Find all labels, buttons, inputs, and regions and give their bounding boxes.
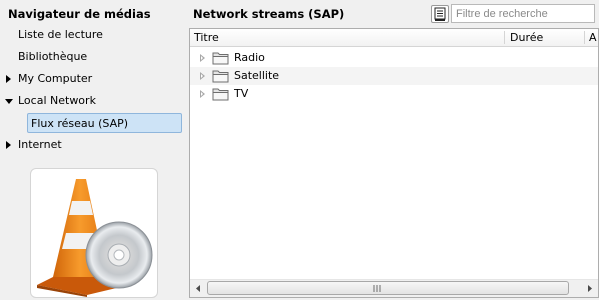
sidebar-item-local-network[interactable]: Local Network <box>0 91 188 111</box>
column-title[interactable]: Titre <box>194 29 219 46</box>
expand-arrow-icon[interactable] <box>199 85 207 103</box>
tree-row-label: Radio <box>234 51 265 64</box>
tree-row-label: TV <box>234 87 249 100</box>
column-header: Titre Durée A <box>190 29 598 47</box>
sidebar-item-network-streams-sap[interactable]: Flux réseau (SAP) <box>27 113 182 133</box>
scroll-right-button[interactable] <box>581 280 598 297</box>
scroll-right-arrow-icon <box>588 285 592 292</box>
expand-arrow-icon[interactable] <box>199 67 207 85</box>
tree-row-tv[interactable]: TV <box>190 85 598 103</box>
column-album[interactable]: A <box>589 29 597 46</box>
vlc-cone-with-disc-icon <box>37 179 153 297</box>
sidebar-item-my-computer[interactable]: My Computer <box>0 69 188 89</box>
column-divider[interactable] <box>584 31 585 44</box>
media-browser-sidebar: Navigateur de médias Liste de lecture Bi… <box>0 0 188 298</box>
folder-icon <box>212 88 229 101</box>
collapse-arrow-icon[interactable] <box>5 91 13 111</box>
sidebar-title: Navigateur de médias <box>8 7 151 21</box>
stream-tree-view[interactable]: Titre Durée A Radio Satellite TV <box>189 28 599 298</box>
sidebar-item-label: Internet <box>18 138 62 151</box>
tree-row-satellite[interactable]: Satellite <box>190 67 598 85</box>
playlist-view-icon <box>434 7 446 21</box>
column-divider[interactable] <box>504 31 505 44</box>
scrollbar-thumb[interactable] <box>207 281 569 295</box>
sidebar-item-label: My Computer <box>18 72 93 85</box>
horizontal-scrollbar[interactable] <box>190 279 598 297</box>
search-input[interactable] <box>451 4 595 23</box>
sidebar-item-label: Flux réseau (SAP) <box>31 117 129 130</box>
sidebar-item-label: Local Network <box>18 94 96 107</box>
folder-icon <box>212 70 229 83</box>
sidebar-item-library[interactable]: Bibliothèque <box>0 47 188 67</box>
view-mode-button[interactable] <box>431 5 449 23</box>
expand-arrow-icon[interactable] <box>5 69 13 89</box>
tree-row-label: Satellite <box>234 69 280 82</box>
page-title: Network streams (SAP) <box>193 7 345 21</box>
tree-row-radio[interactable]: Radio <box>190 49 598 67</box>
scroll-left-button[interactable] <box>190 280 207 297</box>
album-art <box>30 168 158 298</box>
folder-icon <box>212 52 229 65</box>
sidebar-item-internet[interactable]: Internet <box>0 135 188 155</box>
grip-icon <box>373 285 381 292</box>
scroll-left-arrow-icon <box>196 285 200 292</box>
expand-arrow-icon[interactable] <box>199 49 207 67</box>
expand-arrow-icon[interactable] <box>5 135 13 155</box>
sidebar-item-label: Liste de lecture <box>18 28 103 41</box>
column-duration[interactable]: Durée <box>510 29 543 46</box>
sidebar-item-playlist[interactable]: Liste de lecture <box>0 25 188 45</box>
sidebar-item-label: Bibliothèque <box>18 50 88 63</box>
